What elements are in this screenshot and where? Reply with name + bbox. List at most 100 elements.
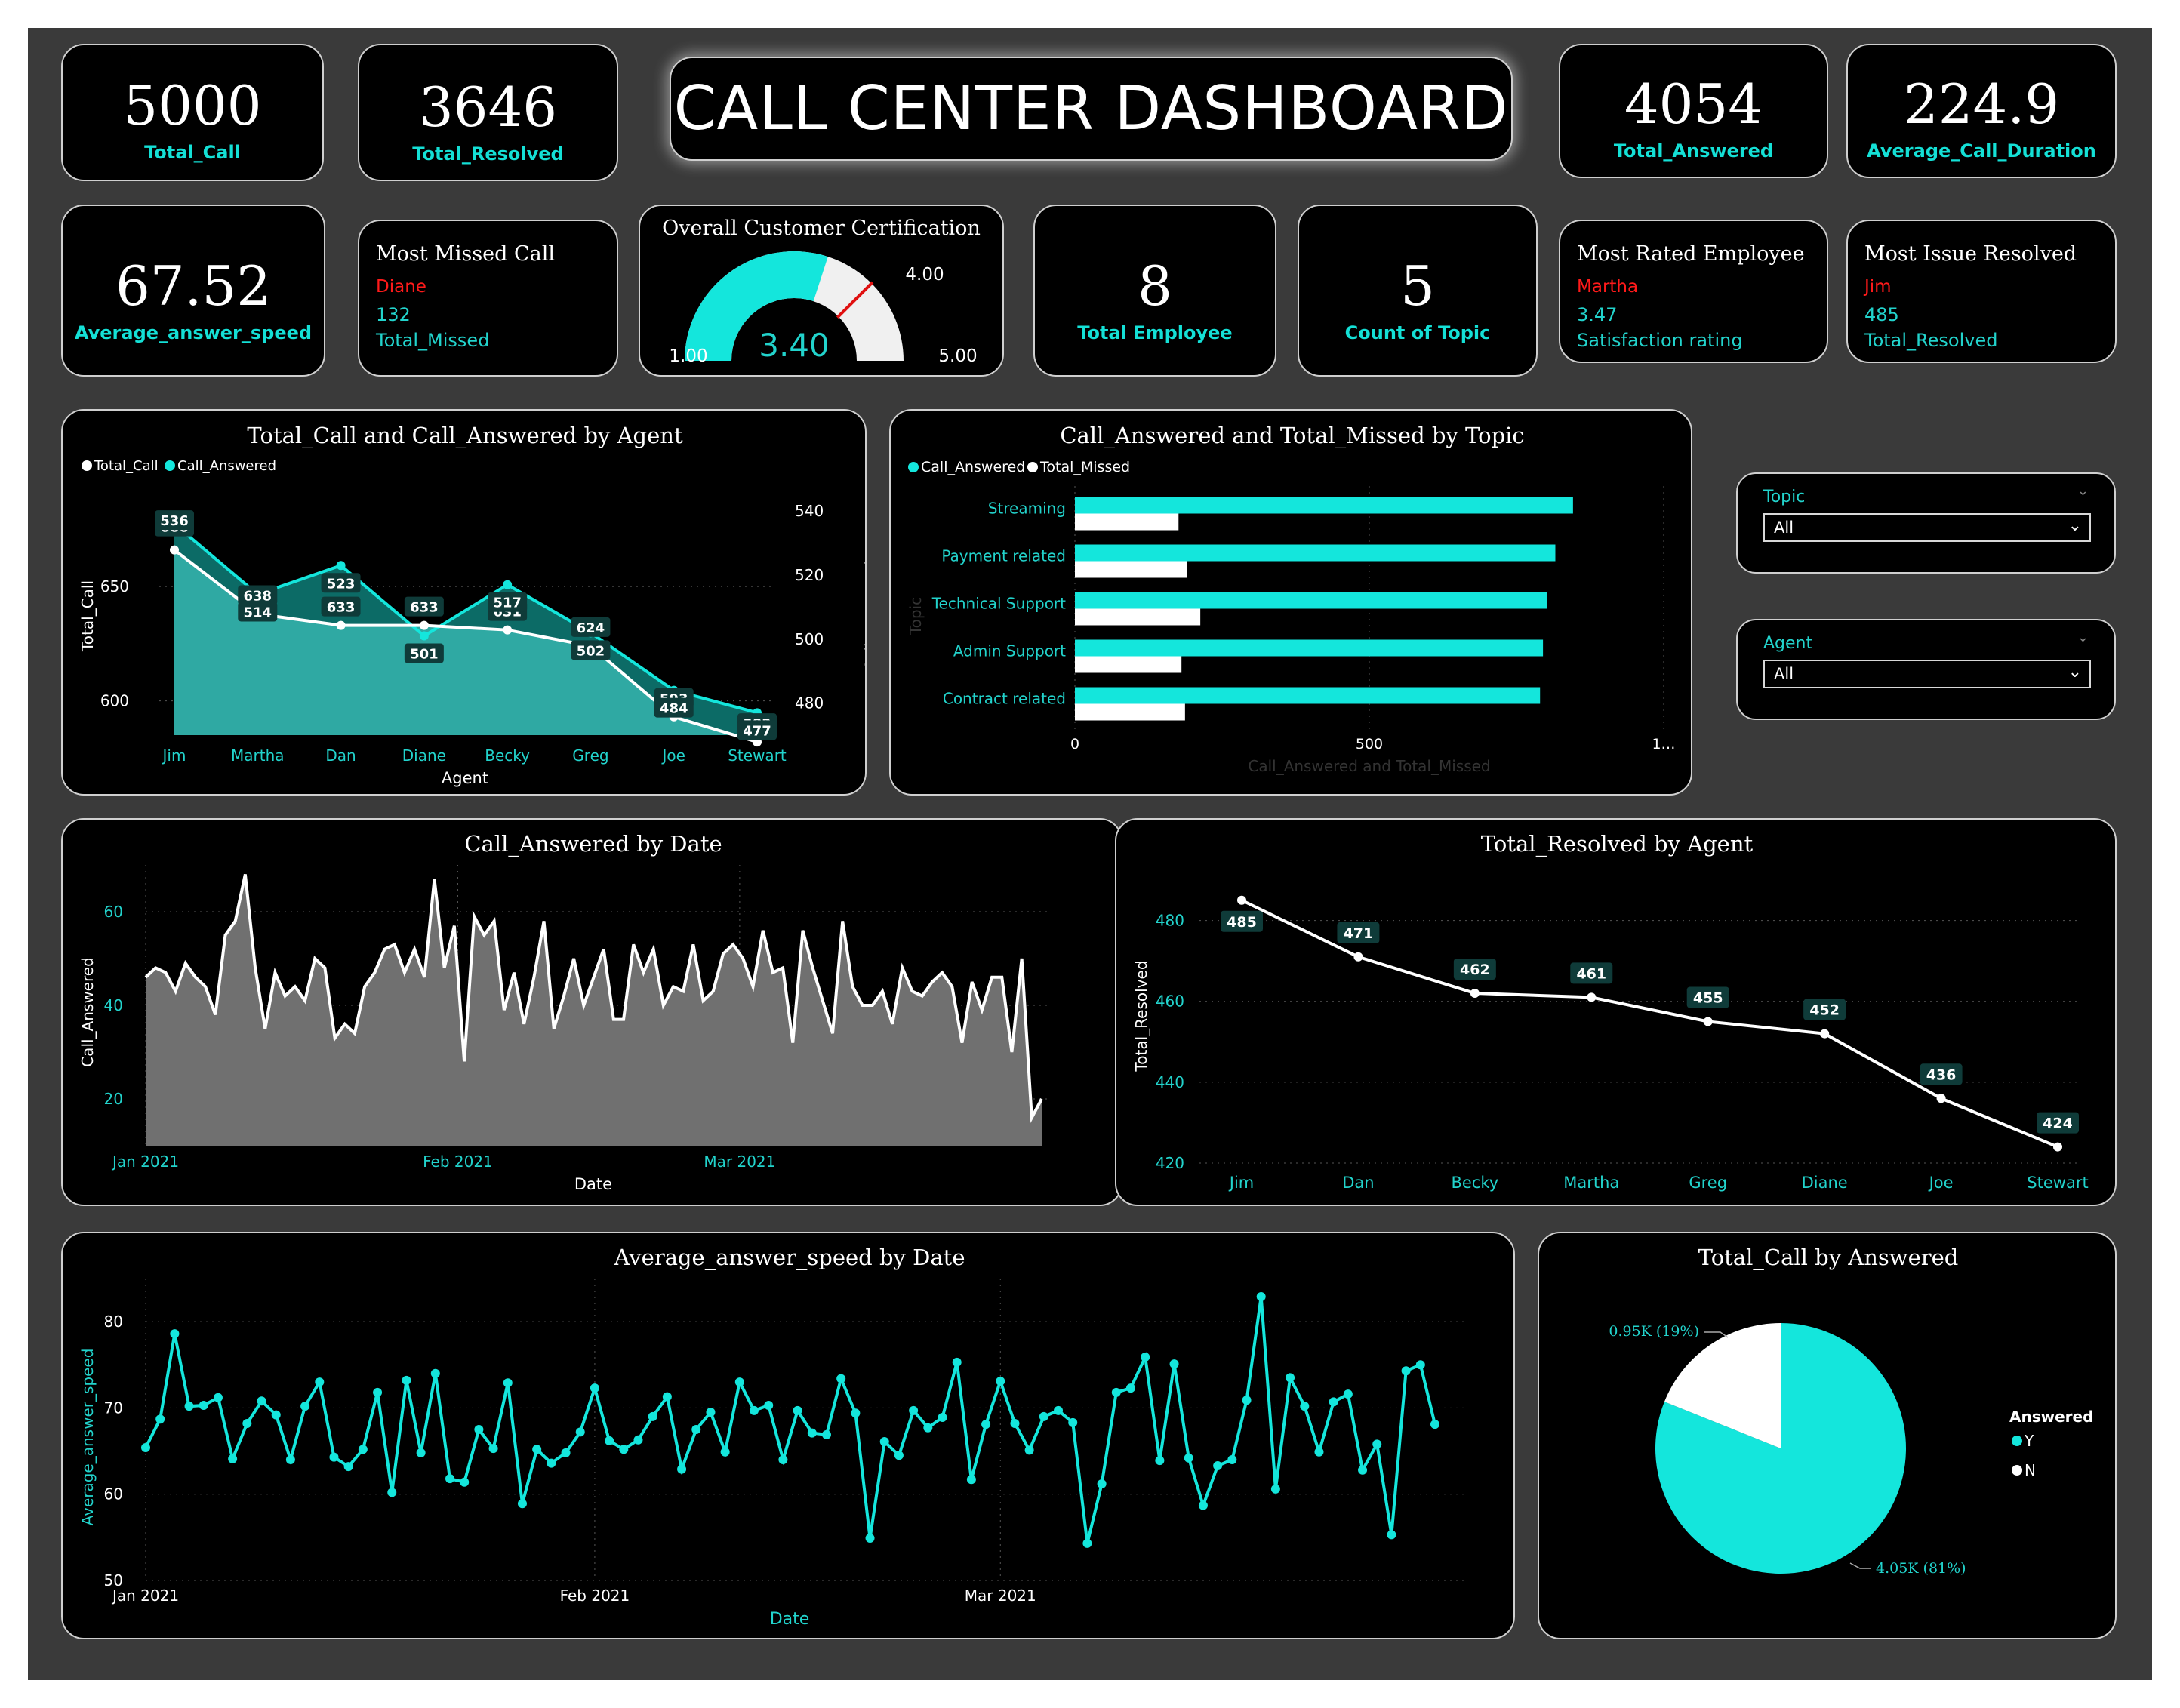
y-tick-label: Contract related [943,690,1066,708]
speed-point [445,1474,455,1484]
resolved-label: Total_Resolved [1864,330,1998,351]
resolved-data-label: 452 [1809,1002,1840,1019]
resolved-data-label: 485 [1227,914,1257,931]
x-tick-label: 1… [1652,736,1675,752]
speed-point [1415,1360,1425,1370]
legend-marker-total-call [82,460,92,471]
speed-point [778,1455,788,1464]
legend-label: N [2025,1461,2036,1479]
x-tick-label: Becky [1451,1174,1498,1192]
x-axis-title: Date [574,1175,612,1193]
speed-point [938,1413,947,1422]
kpi-label: Total_Resolved [412,143,564,165]
speed-point [691,1425,701,1434]
y-axis-title: Total_Call [79,580,97,652]
y-tick-label: Streaming [988,500,1066,518]
x-axis-title: Date [770,1610,810,1629]
topic-slicer[interactable]: Topic ⌄ All ⌄ [1736,472,2116,574]
speed-point [1430,1420,1439,1429]
chevron-down-icon[interactable]: ⌄ [2068,516,2082,535]
most-rated-employee-card: Most Rated Employee Martha 3.47 Satisfac… [1559,220,1828,363]
resolved-value: 485 [1864,304,1899,325]
resolved-point [2053,1142,2062,1152]
resolved-point [1237,895,1246,905]
call-answered-data-label: 523 [327,576,356,592]
legend-title: Answered [2009,1408,2093,1426]
topic-dropdown[interactable]: All ⌄ [1763,513,2091,542]
call-answered-point [419,631,429,641]
speed-point [966,1475,976,1485]
page-title: CALL CENTER DASHBOARD [673,73,1509,143]
speed-point [430,1368,440,1378]
y-axis-title: Topic [907,597,925,635]
call-answered-data-label: 501 [410,647,439,663]
speed-point [720,1447,730,1457]
kpi-average-call-duration: 224.9 Average_Call_Duration [1846,44,2117,178]
speed-point [285,1455,295,1464]
call-by-answered-card: Total_Call by Answered 0.95K (19%) 4.05K (… [1538,1232,2117,1639]
speed-by-date-chart: Average_answer_speed by Date50607080Jan … [79,1245,1465,1629]
speed-point [590,1383,599,1393]
x-tick-label: Joe [660,746,685,765]
y-tick-label: 650 [100,577,129,595]
resolved-point [1353,952,1363,962]
total-missed-bar [1075,608,1201,626]
call-by-answered-pie-chart: Total_Call by Answered 0.95K (19%) 4.05K (… [1609,1245,2093,1577]
pie-data-label: 0.95K (19%) [1609,1323,1699,1340]
total-missed-bar [1075,703,1185,721]
chart-title: Call_Answered and Total_Missed by Topic [1060,423,1524,449]
dashboard-title-card: CALL CENTER DASHBOARD [670,57,1513,161]
speed-point [474,1425,484,1434]
speed-point [460,1477,470,1487]
total-call-point [503,625,513,635]
y-tick-label: 60 [104,903,123,921]
kpi-label: Average_answer_speed [74,322,313,343]
speed-point [373,1387,383,1397]
chart-title: Call_Answered by Date [464,831,722,857]
speed-point [1387,1530,1396,1540]
call-answered-data-label: 517 [493,595,522,611]
x-tick-label: 500 [1356,736,1383,752]
collapse-chevron-icon[interactable]: ⌄ [2077,483,2089,499]
most-missed-call-card: Most Missed Call Diane 132 Total_Missed [358,220,618,377]
speed-point [199,1401,208,1410]
topic-bar-chart-card: Call_Answered and Total_Missed by Topic C… [889,409,1692,796]
x-tick-label: Feb 2021 [560,1586,630,1605]
speed-point [329,1452,339,1462]
total-call-data-label: 638 [243,588,272,604]
call-answered-data-label: 477 [743,723,771,739]
chart-title: Average_answer_speed by Date [614,1245,965,1271]
chevron-down-icon[interactable]: ⌄ [2068,663,2082,682]
answered-by-date-chart: Call_Answered by Date 20 40 60 Jan 2021 Feb 2… [79,831,1049,1193]
speed-point [300,1402,310,1411]
pie-data-label: 4.05K (81%) [1876,1560,1966,1577]
speed-point [1256,1292,1266,1301]
call-answered-data-label: 484 [660,701,688,717]
speed-point [836,1374,846,1383]
total-call-point [336,620,346,630]
employee-name: Martha [1577,277,1639,297]
total-missed-bar [1075,513,1179,531]
speed-point [1270,1484,1280,1494]
total-call-data-label: 624 [577,620,605,636]
kpi-total-call: 5000 Total_Call [61,44,324,181]
y-axis-title: Average_answer_speed [79,1349,97,1526]
call-answered-data-label: 502 [577,643,605,659]
slicer-label: Agent [1763,634,1813,653]
x-tick-label: Dan [325,746,356,765]
call-answered-bar [1075,687,1541,704]
collapse-chevron-icon[interactable]: ⌄ [2077,629,2089,645]
legend-label: Total_Missed [1039,459,1130,475]
agent-dropdown[interactable]: All ⌄ [1763,660,2091,688]
x-tick-label: Dan [1342,1174,1374,1192]
total-call-data-label: 633 [327,600,356,616]
card-heading: Most Missed Call [376,242,556,266]
resolved-data-label: 462 [1460,962,1490,978]
resolved-point [1936,1094,1946,1103]
x-tick-label: Jim [1228,1174,1254,1192]
legend-label: Y [2024,1432,2034,1450]
legend-marker-n [2012,1465,2022,1476]
agent-slicer[interactable]: Agent ⌄ All ⌄ [1736,619,2116,720]
speed-point [619,1445,629,1454]
speed-point [662,1392,672,1402]
